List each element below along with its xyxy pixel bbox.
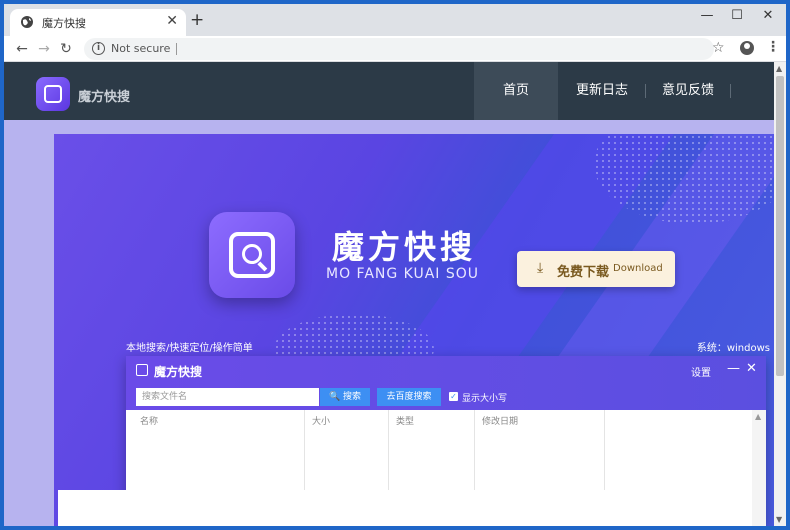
- hero-banner: 魔方快搜 MO FANG KUAI SOU ⤓ 免费下载 Download 本地…: [54, 134, 774, 526]
- download-icon: ⤓: [537, 260, 544, 276]
- reload-icon[interactable]: ↻: [56, 40, 76, 58]
- window-maximize-icon[interactable]: ☐: [724, 8, 750, 23]
- menu-icon[interactable]: ⋮: [766, 39, 780, 55]
- app-search-input[interactable]: [136, 388, 319, 406]
- app-logo-icon: [209, 212, 295, 298]
- case-checkbox[interactable]: ✓: [449, 392, 458, 401]
- security-label: Not secure: [111, 42, 171, 55]
- star-icon[interactable]: ☆: [712, 40, 725, 56]
- download-button[interactable]: ⤓ 免费下载 Download: [517, 251, 675, 287]
- app-minimize-icon[interactable]: —: [727, 361, 740, 376]
- site-logo-icon[interactable]: [36, 77, 70, 111]
- app-settings-button[interactable]: 设置: [691, 364, 711, 379]
- nav-divider: [730, 84, 731, 98]
- app-close-icon[interactable]: ✕: [746, 361, 757, 376]
- site-header: 魔方快搜 首页 更新日志 意见反馈: [4, 62, 774, 120]
- hero-subtitle: MO FANG KUAI SOU: [326, 266, 480, 282]
- column-header-size[interactable]: 大小: [312, 414, 330, 427]
- download-label-cn: 免费下载: [557, 265, 610, 280]
- forward-icon[interactable]: →: [34, 40, 54, 58]
- app-title: 魔方快搜: [154, 365, 203, 379]
- tab-title: 魔方快搜: [42, 17, 86, 30]
- app-scrollbar[interactable]: ▲: [752, 410, 766, 526]
- download-label-en: Download: [613, 263, 663, 274]
- app-scroll-up-icon[interactable]: ▲: [755, 412, 761, 421]
- scroll-thumb[interactable]: [776, 76, 784, 376]
- column-header-modified[interactable]: 修改日期: [482, 414, 518, 427]
- info-icon[interactable]: i: [92, 42, 105, 55]
- column-header-name[interactable]: 名称: [140, 414, 158, 427]
- scroll-up-icon[interactable]: ▲: [776, 64, 782, 73]
- app-titlebar: 魔方快搜 设置 — ✕: [126, 356, 766, 386]
- app-title-icon: [136, 364, 148, 376]
- page-scrollbar[interactable]: ▲ ▼: [774, 62, 786, 526]
- window-close-icon[interactable]: ✕: [755, 8, 781, 23]
- scroll-down-icon[interactable]: ▼: [776, 515, 782, 524]
- page-viewport: 魔方快搜 首页 更新日志 意见反馈 魔方快搜 MO FANG KUAI SOU …: [4, 62, 774, 526]
- feature-tagline: 本地搜索/快速定位/操作简单: [126, 343, 253, 354]
- tab-strip: 魔方快搜 ✕ + — ☐ ✕: [4, 4, 786, 36]
- system-requirement: 系统：windows: [696, 343, 770, 354]
- browser-window: 魔方快搜 ✕ + — ☐ ✕ ← → ↻ i Not secure ☆ ⋮ 魔方…: [4, 4, 786, 526]
- tab-close-icon[interactable]: ✕: [166, 13, 178, 29]
- baidu-search-button[interactable]: 去百度搜索: [377, 388, 441, 406]
- column-header-type[interactable]: 类型: [396, 414, 414, 427]
- app-search-button[interactable]: 🔍 搜索: [320, 388, 370, 406]
- browser-tab[interactable]: 魔方快搜 ✕: [10, 9, 186, 36]
- nav-changelog[interactable]: 更新日志: [560, 62, 644, 120]
- account-icon[interactable]: [740, 41, 754, 55]
- back-icon[interactable]: ←: [12, 40, 32, 58]
- magnifier-logo-icon: [44, 85, 62, 103]
- banner-dots: [594, 134, 774, 224]
- hero-title: 魔方快搜: [332, 228, 477, 266]
- address-divider: [176, 43, 177, 55]
- globe-icon: [21, 16, 33, 28]
- window-minimize-icon[interactable]: —: [694, 8, 720, 23]
- app-search-bar: 🔍 搜索 去百度搜索 ✓ 显示大小写: [126, 386, 766, 410]
- new-tab-icon[interactable]: +: [190, 10, 204, 30]
- address-bar[interactable]: i Not secure: [84, 38, 714, 60]
- site-logo-text[interactable]: 魔方快搜: [78, 86, 130, 105]
- nav-home[interactable]: 首页: [474, 62, 558, 120]
- content-panel: [58, 490, 720, 526]
- magnifier-icon: [229, 232, 275, 278]
- nav-feedback[interactable]: 意见反馈: [646, 62, 730, 120]
- browser-toolbar: ← → ↻ i Not secure ☆ ⋮: [4, 36, 786, 62]
- case-checkbox-label: 显示大小写: [462, 394, 508, 404]
